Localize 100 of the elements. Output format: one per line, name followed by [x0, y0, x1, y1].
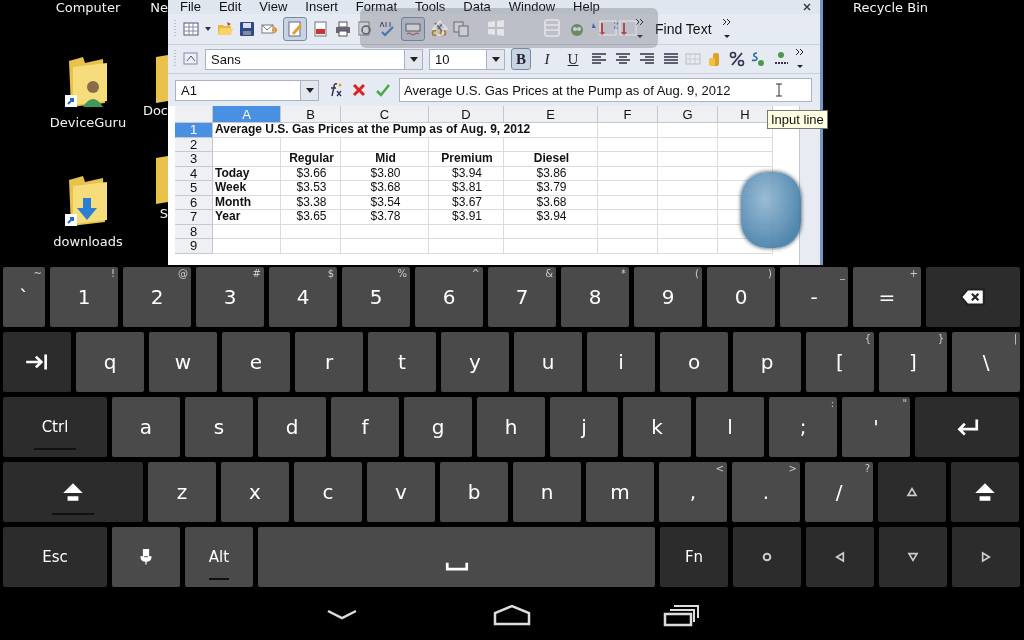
column-header[interactable]: G	[658, 106, 718, 123]
name-box[interactable]: A1	[175, 79, 319, 101]
keyboard-key[interactable]	[926, 267, 1020, 327]
add-decimal-icon[interactable]	[773, 51, 789, 67]
recent-apps-icon[interactable]	[662, 603, 702, 627]
keyboard-key[interactable]: Esc	[3, 527, 107, 587]
keyboard-key[interactable]: 4 $	[269, 267, 337, 327]
align-icon[interactable]	[591, 51, 607, 67]
keyboard-key[interactable]: ] }	[879, 332, 947, 392]
folder-icon[interactable]	[154, 154, 168, 204]
pdf-export-icon[interactable]	[313, 21, 329, 37]
corner-cell[interactable]	[175, 106, 213, 123]
keyboard-key[interactable]: 7 &	[488, 267, 556, 327]
keyboard-key[interactable]: j	[550, 397, 618, 457]
dropdown-icon[interactable]	[305, 87, 314, 93]
percent-icon[interactable]	[729, 51, 745, 67]
row-header[interactable]: 5	[175, 181, 213, 196]
desktop-icon-label[interactable]: Computer	[55, 0, 121, 15]
desktop-icon-label[interactable]: DeviceGuru	[49, 115, 127, 130]
keyboard-key[interactable]: = +	[853, 267, 921, 327]
desktop-icon-label[interactable]: downloads	[53, 234, 123, 249]
keyboard-key[interactable]: i	[587, 332, 655, 392]
keyboard-key[interactable]: h	[477, 397, 545, 457]
keyboard-key[interactable]	[3, 332, 71, 392]
input-line-field[interactable]: Average U.S. Gas Prices at the Pump as of Aug. 9, 2012	[399, 78, 812, 102]
keyboard-key[interactable]: a	[112, 397, 180, 457]
more-icon[interactable]	[795, 47, 805, 71]
keyboard-key[interactable]: [ {	[806, 332, 874, 392]
menu-item[interactable]: File	[180, 0, 201, 14]
keyboard-key[interactable]: , <	[659, 462, 727, 522]
menu-item[interactable]: Help	[573, 0, 600, 14]
accept-icon[interactable]	[375, 82, 391, 98]
column-header[interactable]: C	[341, 106, 429, 123]
caret-icon[interactable]	[205, 27, 211, 31]
format-button[interactable]: U	[563, 48, 583, 70]
number-format-icon[interactable]	[751, 51, 767, 67]
menu-item[interactable]: Data	[463, 0, 491, 14]
row-header[interactable]: 7	[175, 210, 213, 225]
keyboard-key[interactable]: Ctrl	[3, 397, 107, 457]
keyboard-key[interactable]: p	[733, 332, 801, 392]
menu-item[interactable]: Format	[355, 0, 397, 14]
keyboard-key[interactable]: r	[295, 332, 363, 392]
keyboard-key[interactable]: d	[258, 397, 326, 457]
column-header[interactable]: D	[429, 106, 504, 123]
keyboard-key[interactable]: 9 (	[634, 267, 702, 327]
menu-item[interactable]: Window	[508, 0, 556, 14]
sort-descending-icon[interactable]	[613, 21, 629, 37]
keyboard-key[interactable]: y	[441, 332, 509, 392]
robot-icon[interactable]	[569, 21, 585, 37]
column-header[interactable]: F	[598, 106, 658, 123]
spellcheck-icon[interactable]	[379, 21, 395, 37]
merge-cells-icon[interactable]	[685, 51, 701, 67]
keyboard-key[interactable]: Alt	[185, 527, 253, 587]
column-header[interactable]: H	[718, 106, 773, 123]
keyboard-key[interactable]	[951, 462, 1019, 522]
dropdown-icon[interactable]	[491, 56, 500, 62]
keyboard-key[interactable]: 0 )	[707, 267, 775, 327]
keyboard-key[interactable]: c	[294, 462, 362, 522]
keyboard-key[interactable]: 3 #	[196, 267, 264, 327]
keyboard-key[interactable]: - _	[780, 267, 848, 327]
home-icon[interactable]	[492, 603, 532, 627]
keyboard-key[interactable]: ` ~	[3, 267, 45, 327]
open-folder-icon[interactable]	[217, 21, 233, 37]
keyboard-key[interactable]: l	[696, 397, 764, 457]
spreadsheet-icon[interactable]	[183, 21, 199, 37]
edit-mode-button[interactable]	[283, 17, 307, 41]
toolbar-grip-icon[interactable]	[174, 19, 177, 39]
copy-icon[interactable]	[453, 21, 469, 37]
keyboard-key[interactable]: f	[331, 397, 399, 457]
keyboard-key[interactable]: b	[440, 462, 508, 522]
keyboard-key[interactable]: s	[185, 397, 253, 457]
desktop-icon-label[interactable]: Ne	[150, 0, 168, 15]
keyboard-key[interactable]: n	[513, 462, 581, 522]
keyboard-key[interactable]: ' "	[842, 397, 910, 457]
row-header[interactable]: 3	[175, 152, 213, 167]
keyboard-key[interactable]: \ |	[952, 332, 1020, 392]
folder-icon[interactable]	[154, 53, 168, 103]
keyboard-key[interactable]: 2 @	[123, 267, 191, 327]
keyboard-key[interactable]: Fn	[660, 527, 728, 587]
sort-ascending-icon[interactable]	[591, 21, 607, 37]
keyboard-key[interactable]: e	[222, 332, 290, 392]
menu-item[interactable]: View	[259, 0, 288, 14]
menu-item[interactable]: Tools	[415, 0, 446, 14]
keyboard-key[interactable]: m	[586, 462, 654, 522]
keyboard-key[interactable]: q	[76, 332, 144, 392]
styles-icon[interactable]	[183, 51, 199, 67]
align-icon[interactable]	[663, 51, 679, 67]
desktop-icon-label[interactable]: Doc	[142, 103, 168, 118]
keyboard-key[interactable]: k	[623, 397, 691, 457]
keyboard-key[interactable]: / ?	[805, 462, 873, 522]
keyboard-key[interactable]	[112, 527, 180, 587]
dropdown-icon[interactable]	[409, 56, 418, 62]
keyboard-key[interactable]: w	[149, 332, 217, 392]
function-keys-icon[interactable]	[598, 18, 638, 38]
keyboard-key[interactable]: u	[514, 332, 582, 392]
cancel-icon[interactable]	[351, 82, 367, 98]
column-header[interactable]: E	[504, 106, 598, 123]
format-button[interactable]: I	[537, 48, 557, 70]
desktop-icon-label[interactable]: Recycle Bin	[853, 0, 928, 15]
font-name-field[interactable]: Sans	[205, 48, 423, 70]
